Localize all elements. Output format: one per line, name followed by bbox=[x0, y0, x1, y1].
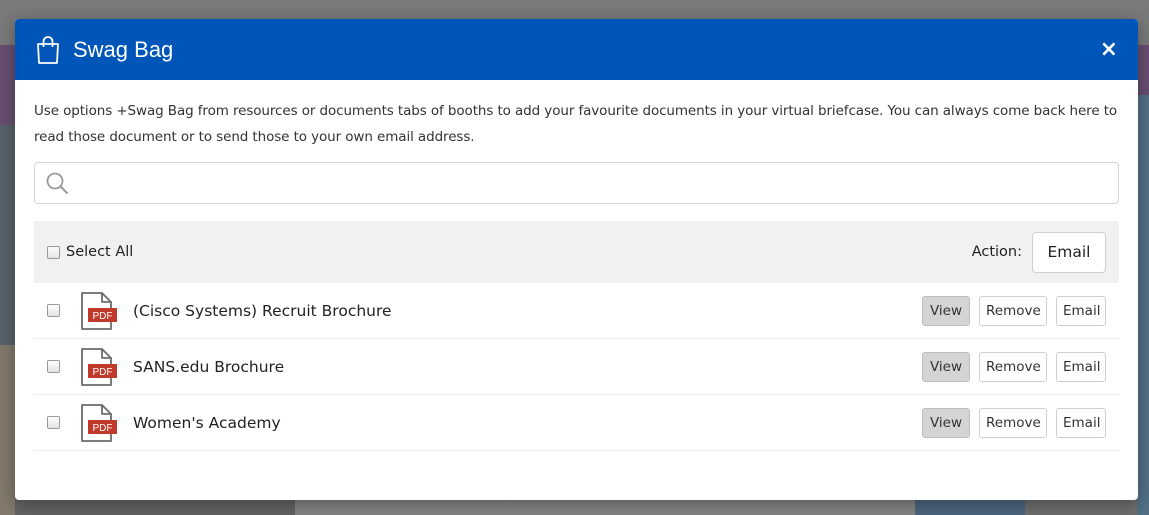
document-title[interactable]: (Cisco Systems) Recruit Brochure bbox=[133, 302, 392, 320]
select-all-label[interactable]: Select All bbox=[66, 244, 133, 260]
row-actions: View Remove Email bbox=[922, 351, 1106, 382]
modal-title: Swag Bag bbox=[73, 36, 174, 62]
document-list: PDF (Cisco Systems) Recruit Brochure Vie… bbox=[34, 283, 1119, 451]
document-checkbox[interactable] bbox=[47, 416, 60, 429]
background-content-bottom bbox=[15, 499, 1137, 515]
remove-button[interactable]: Remove bbox=[979, 351, 1047, 382]
svg-text:PDF: PDF bbox=[93, 311, 113, 322]
search-icon bbox=[46, 172, 68, 194]
view-button[interactable]: View bbox=[922, 351, 970, 382]
document-checkbox[interactable] bbox=[47, 360, 60, 373]
document-title[interactable]: Women's Academy bbox=[133, 414, 281, 432]
background-content-left bbox=[0, 45, 15, 515]
view-button[interactable]: View bbox=[922, 295, 970, 326]
bulk-email-button[interactable]: Email bbox=[1032, 231, 1106, 273]
close-icon[interactable]: × bbox=[1100, 38, 1118, 61]
modal-header: Swag Bag × bbox=[15, 19, 1138, 80]
remove-button[interactable]: Remove bbox=[979, 407, 1047, 438]
modal-body: Use options +Swag Bag from resources or … bbox=[15, 80, 1138, 451]
search-input[interactable] bbox=[69, 163, 1118, 203]
pdf-file-icon: PDF bbox=[81, 291, 117, 330]
action-toolbar: Select All Action: Email bbox=[34, 221, 1119, 283]
search-box[interactable] bbox=[34, 162, 1119, 204]
pdf-file-icon: PDF bbox=[81, 347, 117, 386]
pdf-file-icon: PDF bbox=[81, 403, 117, 442]
svg-text:PDF: PDF bbox=[93, 367, 113, 378]
background-content-right bbox=[1137, 45, 1149, 515]
list-item: PDF SANS.edu Brochure View Remove Email bbox=[34, 339, 1119, 395]
email-button[interactable]: Email bbox=[1056, 351, 1106, 382]
view-button[interactable]: View bbox=[922, 407, 970, 438]
shopping-bag-icon bbox=[37, 35, 59, 64]
list-item: PDF Women's Academy View Remove Email bbox=[34, 395, 1119, 451]
email-button[interactable]: Email bbox=[1056, 295, 1106, 326]
swag-bag-modal: Swag Bag × Use options +Swag Bag from re… bbox=[15, 19, 1138, 500]
email-button[interactable]: Email bbox=[1056, 407, 1106, 438]
row-actions: View Remove Email bbox=[922, 407, 1106, 438]
remove-button[interactable]: Remove bbox=[979, 295, 1047, 326]
document-title[interactable]: SANS.edu Brochure bbox=[133, 358, 284, 376]
svg-text:PDF: PDF bbox=[93, 423, 113, 434]
action-label: Action: bbox=[971, 244, 1022, 260]
row-actions: View Remove Email bbox=[922, 295, 1106, 326]
document-checkbox[interactable] bbox=[47, 304, 60, 317]
list-item: PDF (Cisco Systems) Recruit Brochure Vie… bbox=[34, 283, 1119, 339]
intro-text: Use options +Swag Bag from resources or … bbox=[34, 103, 1118, 145]
select-all-checkbox[interactable] bbox=[47, 245, 60, 259]
